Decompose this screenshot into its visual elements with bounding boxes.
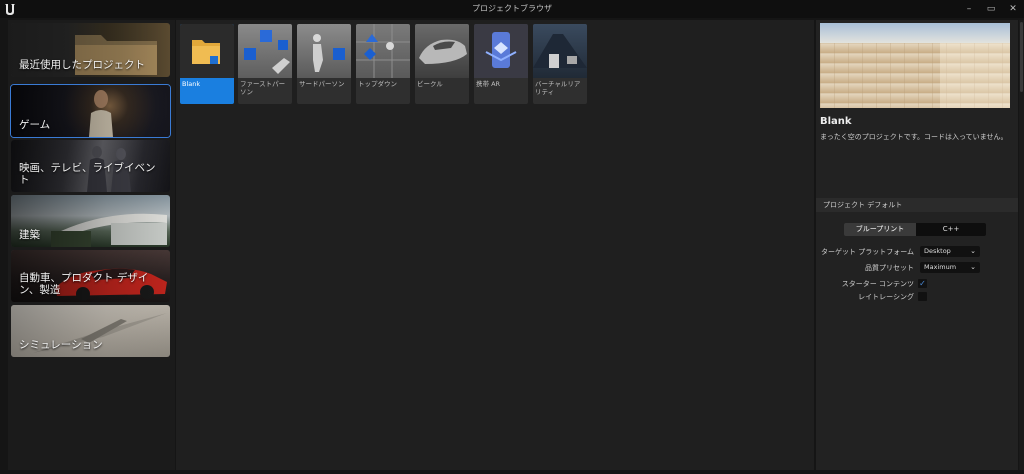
project-details-panel: Blank まったく空のプロジェクトです。コードは入っていません。 プロジェクト… (816, 20, 1018, 470)
project-defaults-header[interactable]: プロジェクト デフォルト (816, 198, 1018, 212)
template-top-down[interactable]: トップダウン (356, 24, 410, 104)
vehicle-thumbnail (415, 24, 469, 78)
starter-content-checkbox[interactable]: ✓ (918, 279, 927, 288)
category-architecture[interactable]: 建築 (11, 195, 170, 247)
starter-content-label: スターター コンテンツ (841, 280, 914, 288)
blueprint-toggle-button[interactable]: ブループリント (844, 223, 916, 236)
top-down-thumbnail (356, 24, 410, 78)
template-label: 携帯 AR (476, 80, 501, 88)
template-label: トップダウン (358, 80, 397, 88)
template-third-person[interactable]: サードパーソン (297, 24, 351, 104)
category-recent-projects[interactable]: 最近使用したプロジェクト (11, 23, 170, 77)
template-label: サードパーソン (299, 80, 345, 88)
raytracing-label: レイトレーシング (858, 293, 914, 301)
template-blank[interactable]: Blank (180, 24, 234, 104)
vr-scene-icon (533, 34, 587, 68)
category-games[interactable]: ゲーム (10, 84, 171, 138)
template-label: ビークル (417, 80, 443, 88)
target-platform-value: Desktop (924, 247, 951, 255)
template-virtual-reality[interactable]: バーチャルリアリティ (533, 24, 587, 104)
car-icon (419, 39, 467, 64)
blank-folder-thumbnail (180, 24, 234, 78)
chevron-down-icon: ⌄ (970, 263, 976, 271)
category-label: 自動車、プロダクト デザイン、製造 (19, 272, 149, 296)
template-vehicle[interactable]: ビークル (415, 24, 469, 104)
quality-preset-label: 品質プリセット (865, 264, 914, 272)
template-label: バーチャルリアリティ (535, 80, 581, 96)
mannequin-icon (313, 34, 345, 72)
chevron-down-icon: ⌄ (970, 247, 976, 255)
template-first-person[interactable]: ファーストパーソン (238, 24, 292, 104)
preview-scene (820, 23, 1010, 108)
cubes-icon (244, 30, 290, 74)
cpp-toggle-button[interactable]: C++ (916, 223, 986, 236)
title-bar: プロジェクトブラウザ – ▭ ✕ (0, 0, 1024, 18)
virtual-reality-thumbnail (533, 24, 587, 78)
category-label: 映画、テレビ、ライブイベント (19, 162, 156, 186)
category-label: ゲーム (19, 119, 51, 131)
quality-preset-value: Maximum (924, 263, 957, 271)
template-handheld-ar[interactable]: 携帯 AR (474, 24, 528, 104)
category-label: シミュレーション (19, 339, 103, 351)
first-person-thumbnail (238, 24, 292, 78)
category-label: 最近使用したプロジェクト (19, 59, 145, 71)
category-sidebar: 最近使用したプロジェクト ゲーム 映画、テレビ、ライブイベント 建築 自動車、プ… (8, 20, 175, 470)
category-simulation[interactable]: シミュレーション (11, 305, 170, 357)
category-automotive-product-design[interactable]: 自動車、プロダクト デザイン、製造 (11, 250, 170, 302)
quality-preset-dropdown[interactable]: Maximum ⌄ (920, 262, 980, 273)
scrollbar-thumb[interactable] (1020, 22, 1023, 92)
raytracing-checkbox[interactable] (918, 292, 927, 301)
handheld-ar-thumbnail (474, 24, 528, 78)
maximize-icon[interactable]: ▭ (982, 2, 1000, 16)
window-title: プロジェクトブラウザ (472, 4, 552, 13)
third-person-thumbnail (297, 24, 351, 78)
template-grid: Blank ファーストパーソン サードパーソン トップダウン ビークル 携帯 A… (176, 20, 814, 470)
target-platform-label: ターゲット プラットフォーム (820, 248, 914, 256)
minimize-icon[interactable]: – (960, 2, 978, 16)
template-description: まったく空のプロジェクトです。コードは入っていません。 (820, 133, 1008, 141)
phone-ar-icon (485, 32, 517, 68)
folder-icon (192, 40, 220, 64)
top-down-icon (356, 24, 410, 78)
target-platform-dropdown[interactable]: Desktop ⌄ (920, 246, 980, 257)
template-label: Blank (182, 80, 201, 88)
template-preview-image (820, 23, 1010, 108)
template-title: Blank (820, 116, 852, 127)
category-film-tv-live[interactable]: 映画、テレビ、ライブイベント (11, 140, 170, 192)
category-label: 建築 (19, 229, 40, 241)
details-scrollbar[interactable] (1019, 20, 1024, 470)
template-label: ファーストパーソン (240, 80, 286, 96)
close-icon[interactable]: ✕ (1004, 2, 1022, 16)
